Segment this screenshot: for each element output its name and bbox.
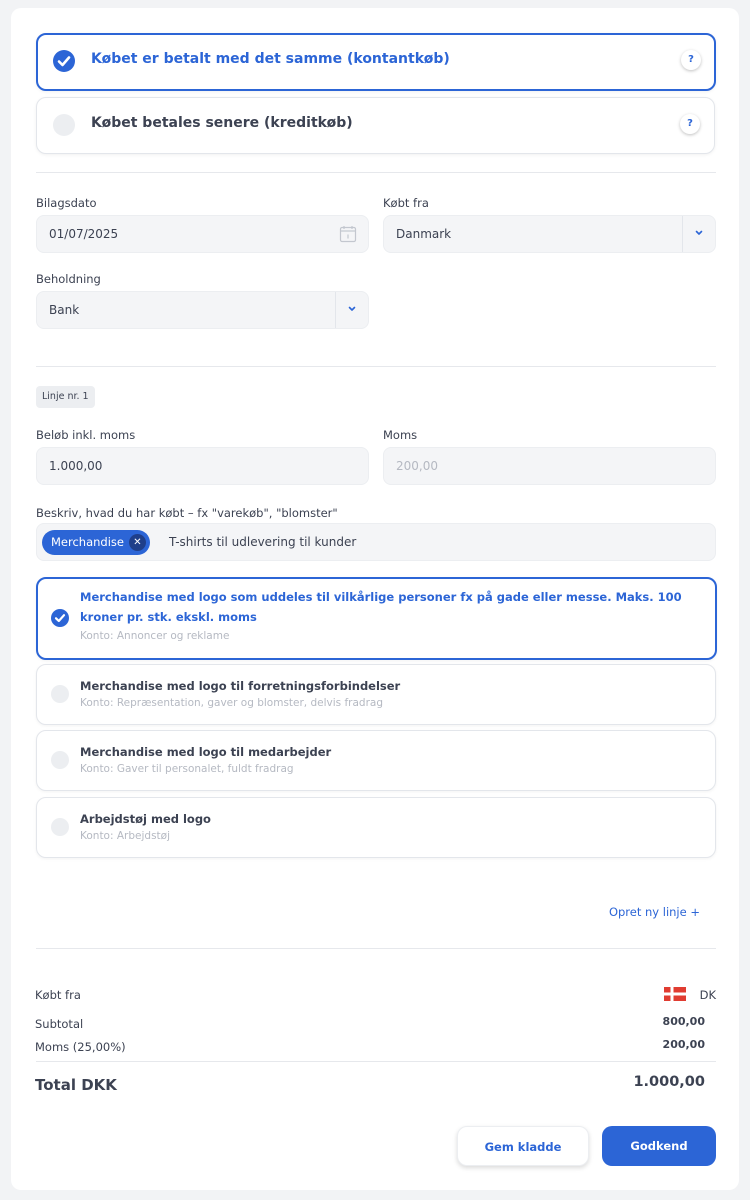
bilagsdato-field[interactable]: 01/07/2025	[36, 215, 369, 253]
account-subtitle: Konto: Gaver til personalet, fuldt fradr…	[80, 763, 294, 775]
calendar-icon[interactable]	[339, 225, 357, 243]
approve-button[interactable]: Godkend	[602, 1126, 716, 1166]
check-icon	[51, 609, 69, 627]
option-label: Købet betales senere (kreditkøb)	[91, 115, 353, 131]
koebt-fra-label: Købt fra	[383, 196, 429, 210]
amount-value: 1.000,00	[49, 459, 103, 473]
option-cash-purchase[interactable]: Købet er betalt med det samme (kontantkø…	[36, 33, 716, 91]
divider	[36, 948, 716, 949]
chevron-down-icon[interactable]	[344, 301, 360, 317]
account-option-repraesentation[interactable]: Merchandise med logo til forretningsforb…	[36, 664, 716, 725]
beholdning-label: Beholdning	[36, 272, 101, 286]
vat-label: Moms	[383, 428, 418, 442]
option-label: Købet er betalt med det samme (kontantkø…	[91, 51, 450, 67]
account-title: Merchandise med logo til forretningsforb…	[80, 679, 401, 693]
select-separator	[682, 216, 683, 252]
help-icon[interactable]: ?	[681, 50, 701, 70]
account-option-personale[interactable]: Merchandise med logo til medarbejder Kon…	[36, 730, 716, 791]
radio-icon	[53, 114, 75, 136]
bilagsdato-value: 01/07/2025	[49, 227, 119, 241]
account-subtitle: Konto: Annoncer og reklame	[80, 630, 230, 642]
subtotal-value: 800,00	[662, 1015, 705, 1028]
add-line-link[interactable]: Opret ny linje +	[609, 905, 700, 919]
save-draft-button[interactable]: Gem kladde	[457, 1126, 589, 1166]
koebt-fra-select[interactable]: Danmark	[383, 215, 716, 253]
country-code: DK	[699, 988, 716, 1002]
moms-label: Moms (25,00%)	[35, 1040, 126, 1054]
total-label: Total DKK	[35, 1076, 117, 1094]
check-icon	[53, 50, 75, 72]
divider	[36, 172, 716, 173]
account-option-arbejdstoej[interactable]: Arbejdstøj med logo Konto: Arbejdstøj	[36, 797, 716, 858]
beholdning-select[interactable]: Bank	[36, 291, 369, 329]
chevron-down-icon[interactable]	[691, 225, 707, 241]
vat-value: 200,00	[396, 459, 438, 473]
radio-icon	[51, 751, 69, 769]
koebt-fra-value: Danmark	[396, 227, 452, 241]
total-value: 1.000,00	[633, 1074, 705, 1090]
radio-icon	[51, 818, 69, 836]
close-icon[interactable]: ✕	[128, 534, 146, 551]
option-credit-purchase[interactable]: Købet betales senere (kreditkøb) ?	[36, 97, 715, 154]
chip-label: Merchandise	[51, 535, 124, 549]
account-title: Arbejdstøj med logo	[80, 812, 211, 826]
describe-label: Beskriv, hvad du har købt – fx "varekøb"…	[36, 506, 338, 520]
subtotal-label: Subtotal	[35, 1017, 84, 1031]
describe-text: T-shirts til udlevering til kunder	[169, 535, 357, 549]
account-title: Merchandise med logo til medarbejder	[80, 745, 332, 759]
divider	[36, 1061, 716, 1062]
help-icon[interactable]: ?	[680, 114, 700, 134]
denmark-flag-icon	[664, 987, 686, 1001]
account-subtitle: Konto: Repræsentation, gaver og blomster…	[80, 697, 383, 709]
merchandise-chip[interactable]: Merchandise ✕	[42, 530, 150, 555]
account-option-annoncer[interactable]: Merchandise med logo som uddeles til vil…	[36, 577, 717, 660]
select-separator	[335, 292, 336, 328]
account-subtitle: Konto: Arbejdstøj	[80, 830, 170, 842]
voucher-card: Købet er betalt med det samme (kontantkø…	[11, 8, 739, 1190]
radio-icon	[51, 685, 69, 703]
line-number-badge: Linje nr. 1	[36, 386, 95, 408]
divider	[36, 366, 716, 367]
moms-value: 200,00	[662, 1038, 705, 1051]
bilagsdato-label: Bilagsdato	[36, 196, 97, 210]
beholdning-value: Bank	[49, 303, 80, 317]
amount-label: Beløb inkl. moms	[36, 428, 136, 442]
vat-input: 200,00	[383, 447, 716, 485]
summary-koebt-fra-label: Købt fra	[35, 988, 81, 1002]
account-title: Merchandise med logo som uddeles til vil…	[80, 590, 682, 624]
amount-input[interactable]: 1.000,00	[36, 447, 369, 485]
